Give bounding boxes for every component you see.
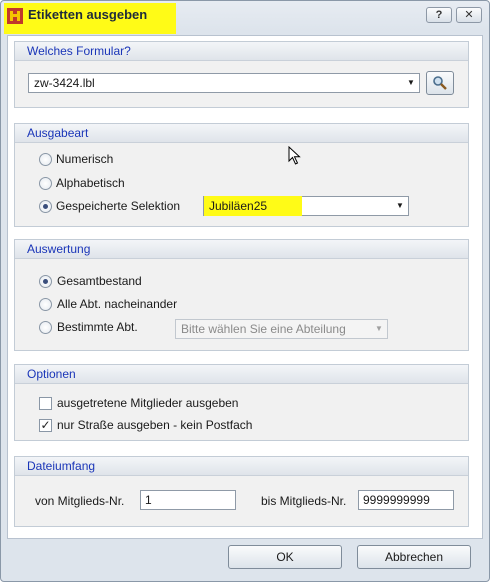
cancel-button[interactable]: Abbrechen: [357, 545, 471, 569]
radio-numerisch-label: Numerisch: [56, 152, 114, 166]
radio-numerisch[interactable]: [39, 153, 52, 166]
von-label: von Mitglieds-Nr.: [35, 494, 125, 508]
radio-alphabetisch[interactable]: [39, 177, 52, 190]
radio-gespeicherte-selektion-label: Gespeicherte Selektion: [56, 199, 181, 213]
browse-button[interactable]: [426, 71, 454, 95]
radio-alle-abt-label: Alle Abt. nacheinander: [57, 297, 178, 311]
window-title: Etiketten ausgeben: [28, 7, 148, 22]
checkbox-nur-strasse[interactable]: ✓: [39, 419, 52, 432]
dateiumfang-header: Dateiumfang: [15, 457, 468, 476]
abteilung-select[interactable]: Bitte wählen Sie eine Abteilung ▼: [175, 319, 388, 339]
bis-label: bis Mitglieds-Nr.: [261, 494, 347, 508]
formular-header: Welches Formular?: [15, 42, 468, 61]
dateiumfang-group: Dateiumfang von Mitglieds-Nr. 1 bis Mitg…: [14, 456, 469, 527]
formular-select[interactable]: zw-3424.lbl ▼: [28, 73, 420, 93]
radio-gespeicherte-selektion[interactable]: [39, 200, 52, 213]
ok-button[interactable]: OK: [228, 545, 342, 569]
dialog-window: Etiketten ausgeben ? ✕ Welches Formular?…: [0, 0, 490, 582]
formular-group: Welches Formular? zw-3424.lbl ▼: [14, 41, 469, 108]
radio-gesamtbestand-label: Gesamtbestand: [57, 274, 142, 288]
optionen-group: Optionen ausgetretene Mitglieder ausgebe…: [14, 364, 469, 441]
checkbox-ausgetretene[interactable]: [39, 397, 52, 410]
optionen-header: Optionen: [15, 365, 468, 384]
radio-bestimmte-abt-label: Bestimmte Abt.: [57, 320, 138, 334]
button-bar: OK Abbrechen: [7, 539, 483, 576]
auswertung-group: Auswertung Gesamtbestand Alle Abt. nache…: [14, 239, 469, 351]
ausgabeart-header: Ausgabeart: [15, 124, 468, 143]
checkbox-ausgetretene-label: ausgetretene Mitglieder ausgeben: [57, 396, 239, 410]
help-button[interactable]: ?: [426, 7, 452, 23]
selektion-select[interactable]: Jubiläen25 ▼: [203, 196, 409, 216]
selektion-value: Jubiläen25: [209, 199, 268, 213]
chevron-down-icon[interactable]: ▼: [403, 74, 419, 92]
bis-input[interactable]: 9999999999: [358, 490, 454, 510]
checkbox-nur-strasse-label: nur Straße ausgeben - kein Postfach: [57, 418, 253, 432]
auswertung-header: Auswertung: [15, 240, 468, 259]
app-icon: [7, 8, 23, 24]
von-input[interactable]: 1: [140, 490, 236, 510]
radio-bestimmte-abt[interactable]: [39, 321, 52, 334]
chevron-down-icon[interactable]: ▼: [392, 197, 408, 215]
title-bar[interactable]: Etiketten ausgeben ? ✕: [1, 1, 489, 34]
radio-alphabetisch-label: Alphabetisch: [56, 176, 125, 190]
mouse-cursor-icon: [288, 146, 301, 165]
radio-alle-abt[interactable]: [39, 298, 52, 311]
radio-gesamtbestand[interactable]: [39, 275, 52, 288]
search-icon: [433, 76, 447, 90]
formular-value: zw-3424.lbl: [34, 76, 95, 90]
close-button[interactable]: ✕: [456, 7, 482, 23]
chevron-down-icon[interactable]: ▼: [371, 320, 387, 338]
abteilung-placeholder: Bitte wählen Sie eine Abteilung: [181, 322, 346, 336]
ausgabeart-group: Ausgabeart Numerisch Alphabetisch Gespei…: [14, 123, 469, 227]
